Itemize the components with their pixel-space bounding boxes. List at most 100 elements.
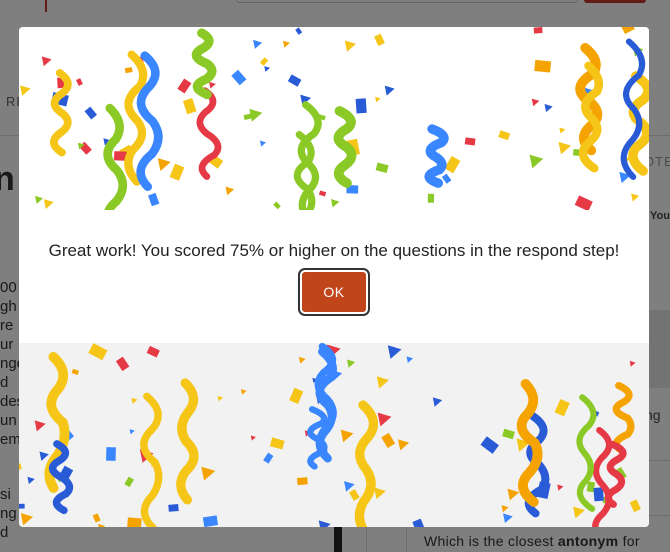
confetti-piece [259,57,269,66]
confetti-piece [573,506,585,519]
confetti-streamer [140,392,163,527]
confetti-piece [27,476,35,485]
confetti-piece [177,78,192,94]
confetti-piece [209,81,216,89]
confetti-piece [289,387,304,405]
confetti-piece [574,195,593,210]
confetti-streamer [604,440,627,508]
confetti-piece [71,368,80,376]
confetti-image [19,343,641,527]
confetti-streamer [592,426,613,527]
confetti-piece [406,356,414,363]
confetti-piece [296,477,308,486]
confetti-piece [534,59,552,73]
confetti-piece [349,489,360,501]
confetti-piece [397,439,410,451]
confetti-piece [19,463,22,471]
confetti-piece [273,201,281,210]
confetti-piece [318,190,327,197]
confetti-streamer [424,124,449,188]
confetti-piece [557,484,564,491]
confetti-piece [375,96,381,103]
confetti-streamer [176,378,199,505]
confetti-piece [263,452,274,464]
confetti-piece [182,98,197,115]
confetti-piece [533,27,543,34]
confetti-piece [84,106,98,120]
confetti-streamer [612,381,635,455]
confetti-piece [287,74,302,87]
confetti-piece [201,466,216,481]
confetti-banner-bottom [19,343,649,527]
confetti-piece [412,518,426,527]
confetti-piece [157,158,171,172]
confetti-image [20,27,649,210]
confetti-piece [169,163,185,181]
confetti-piece [298,356,306,364]
confetti-piece [283,40,290,48]
confetti-piece [259,140,267,147]
confetti-piece [387,345,402,359]
confetti-piece [346,359,356,368]
confetti-piece [148,192,160,207]
modal-message: Great work! You scored 75% or higher on … [48,241,620,260]
ok-button[interactable]: OK [300,270,368,314]
confetti-piece [558,141,572,155]
confetti-piece [129,429,135,435]
confetti-piece [441,173,452,184]
confetti-banner-top [19,27,649,210]
confetti-piece [344,40,357,52]
confetti-piece [621,27,635,34]
confetti-piece [131,397,138,404]
confetti-piece [168,504,179,512]
confetti-piece [318,520,331,527]
confetti-piece [531,98,540,107]
confetti-piece [631,193,640,202]
confetti-piece [507,488,520,501]
confetti-piece [374,33,385,46]
confetti-piece [501,505,509,513]
confetti-piece [629,499,641,513]
confetti-piece [20,513,34,526]
confetti-streamer [333,106,357,188]
confetti-piece [502,428,515,440]
confetti-piece [480,436,499,454]
confetti-piece [124,67,133,74]
confetti-piece [124,476,134,488]
confetti-streamer [354,400,379,527]
confetti-piece [330,199,340,208]
confetti-piece [243,113,252,121]
confetti-piece [41,56,52,67]
confetti-piece [249,108,263,122]
confetti-piece [88,343,108,361]
confetti-piece [106,447,116,461]
confetti-piece [381,432,396,449]
confetti-piece [375,162,389,174]
confetti-piece [35,195,44,204]
confetti-piece [127,517,142,527]
confetti-piece [76,78,83,86]
confetti-piece [253,39,263,49]
confetti-piece [498,130,511,141]
confetti-piece [43,199,54,209]
confetti-piece [374,487,386,500]
confetti-piece [225,186,235,196]
confetti-piece [544,103,553,113]
confetti-piece [559,127,566,134]
confetti-piece [92,513,101,523]
confetti-streamer [576,394,597,512]
confetti-piece [377,412,392,427]
confetti-piece [340,429,354,443]
confetti-piece [384,85,395,96]
confetti-piece [269,437,285,450]
confetti-piece [115,356,130,372]
confetti-piece [202,515,219,527]
confetti-piece [19,503,25,509]
confetti-piece [20,85,31,96]
confetti-piece [444,155,461,174]
confetti-piece [432,397,443,407]
confetti-piece [554,398,570,417]
confetti-piece [427,193,435,203]
confetti-piece [376,376,389,389]
confetti-piece [503,513,513,524]
